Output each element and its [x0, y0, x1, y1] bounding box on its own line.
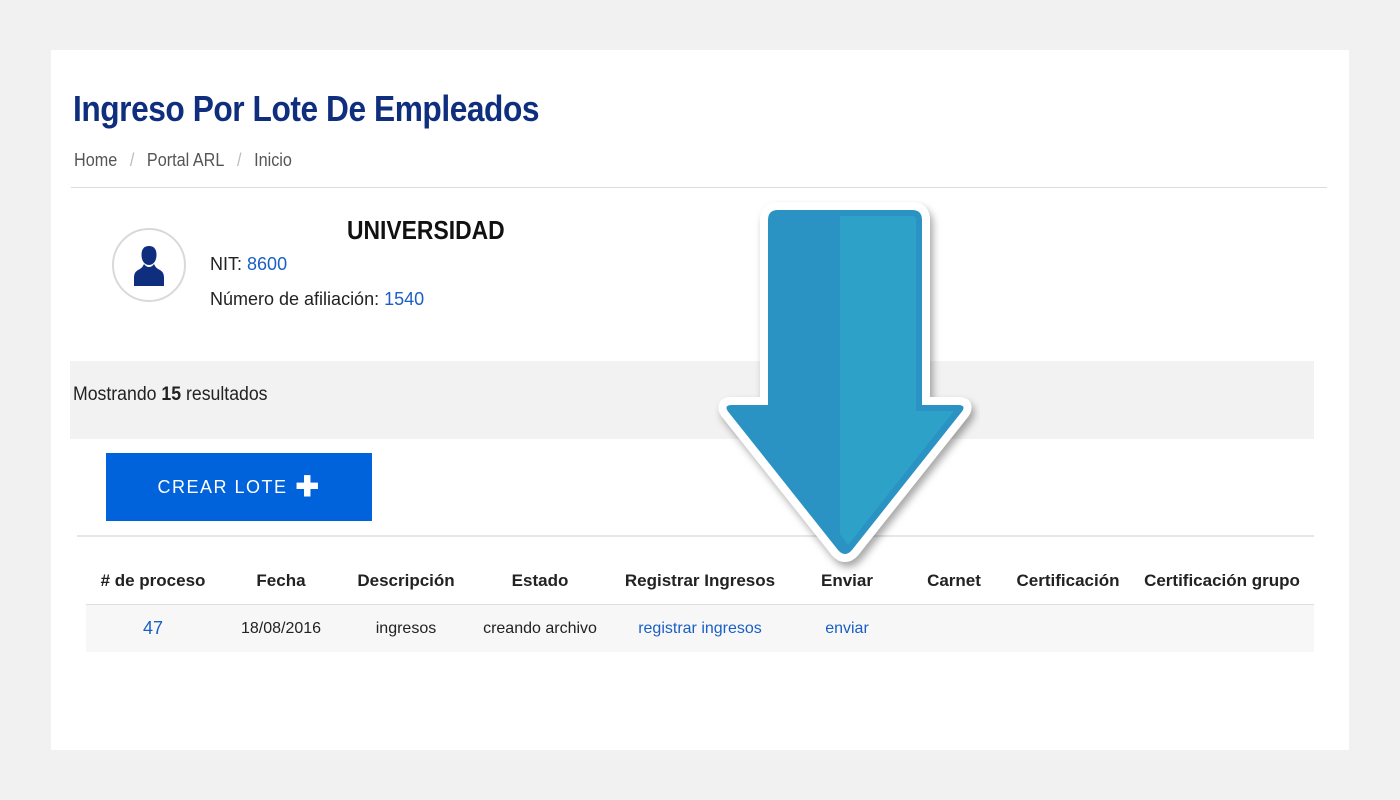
afiliacion-label: Número de afiliación: — [210, 289, 380, 309]
description-cell: ingresos — [375, 619, 437, 637]
main-panel: Ingreso Por Lote De Empleados Home / Porta… — [51, 50, 1349, 750]
registrar-ingresos-link[interactable]: registrar ingresos — [610, 605, 790, 652]
breadcrumb-portal-arl[interactable]: Portal ARL — [147, 150, 224, 170]
breadcrumb-inicio[interactable]: Inicio — [254, 150, 292, 170]
column-header-estado: Estado — [511, 571, 569, 590]
divider — [77, 535, 1314, 537]
nit-line: NIT: 8600 — [210, 254, 287, 275]
nit-label: NIT: — [210, 254, 243, 274]
carnet-cell — [904, 605, 1004, 652]
create-lote-button[interactable]: CREAR LOTE ✚ — [106, 453, 372, 521]
afiliacion-line: Número de afiliación: 1540 — [210, 289, 424, 310]
date-cell: 18/08/2016 — [240, 619, 322, 637]
table-header-row: # de proceso Fecha Descripción Estado Re… — [86, 558, 1314, 605]
breadcrumb: Home / Portal ARL / Inicio — [74, 150, 292, 171]
results-suffix: resultados — [185, 384, 268, 405]
results-count-text: Mostrando 15 resultados — [73, 384, 268, 406]
enviar-link[interactable]: enviar — [790, 605, 904, 652]
process-number-link[interactable]: 47 — [86, 605, 220, 652]
user-icon — [134, 246, 164, 286]
afiliacion-value: 1540 — [384, 289, 425, 309]
certificacion-cell — [1004, 605, 1132, 652]
column-header-fecha: Fecha — [256, 571, 306, 590]
create-lote-label: CREAR LOTE — [157, 476, 288, 497]
down-arrow-icon — [718, 202, 972, 562]
column-header-proceso: # de proceso — [100, 571, 206, 590]
column-header-certificacion-grupo: Certificación grupo — [1144, 571, 1300, 590]
page-title: Ingreso Por Lote De Empleados — [73, 88, 540, 129]
column-header-descripcion: Descripción — [357, 571, 455, 590]
process-table: # de proceso Fecha Descripción Estado Re… — [86, 558, 1314, 652]
results-bar: Mostrando 15 resultados — [70, 361, 1314, 439]
company-name: UNIVERSIDAD — [347, 215, 505, 245]
column-header-certificacion: Certificación — [1016, 571, 1120, 590]
results-prefix: Mostrando — [73, 384, 157, 405]
certificacion-grupo-cell — [1132, 605, 1312, 652]
avatar — [112, 228, 186, 302]
table-row: 47 18/08/2016 ingresos creando archivo r… — [86, 605, 1314, 652]
breadcrumb-separator: / — [236, 150, 242, 170]
divider — [71, 187, 1327, 188]
breadcrumb-home[interactable]: Home — [74, 150, 117, 170]
breadcrumb-separator: / — [129, 150, 135, 170]
nit-value: 8600 — [247, 254, 288, 274]
results-count: 15 — [161, 384, 182, 405]
plus-icon: ✚ — [295, 471, 321, 502]
status-cell: creando archivo — [483, 619, 597, 637]
